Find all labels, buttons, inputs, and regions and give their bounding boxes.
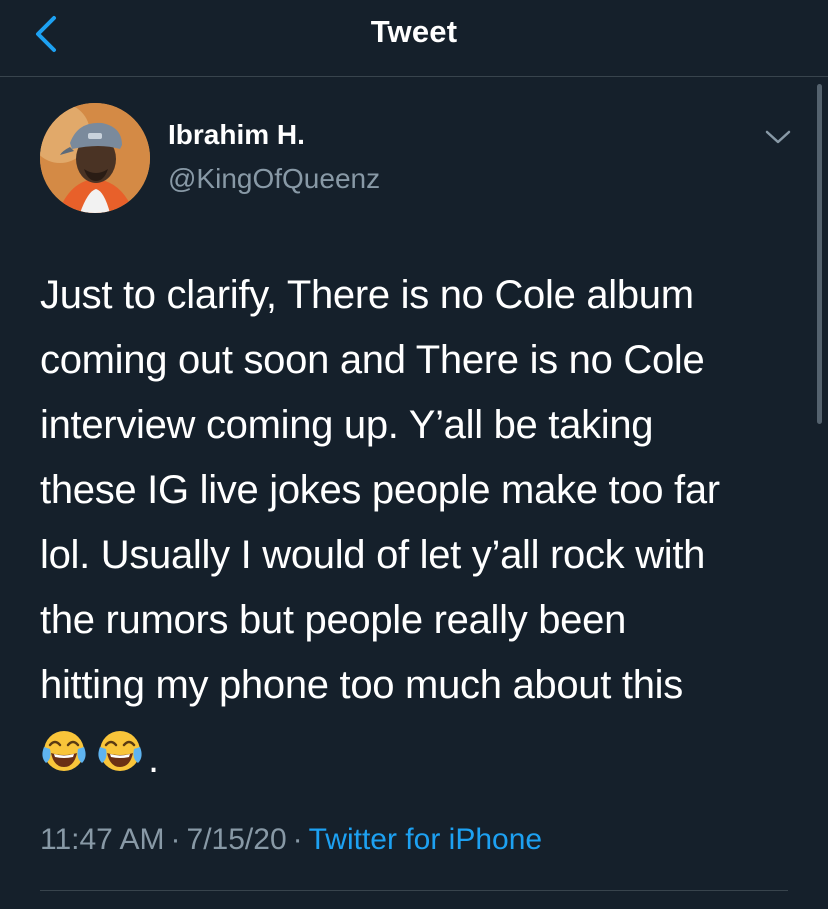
- navigation-bar: Tweet: [0, 0, 828, 77]
- tweet-trailing-text: .: [148, 737, 159, 781]
- avatar[interactable]: [40, 103, 150, 213]
- more-options-button[interactable]: [756, 119, 800, 155]
- chevron-down-icon: [765, 130, 791, 144]
- tweet-text-line: coming out soon and There is no Cole: [40, 338, 705, 382]
- tweet-text-line: interview coming up. Y’all be taking: [40, 403, 654, 447]
- tweet-text-line: the rumors but people really been: [40, 598, 627, 642]
- tweet-detail: Ibrahim H. @KingOfQueenz Just to clarify…: [0, 77, 828, 909]
- tweet-time: 11:47 AM: [40, 823, 165, 856]
- tweet-text-line: hitting my phone too much about this: [40, 663, 683, 707]
- tweet-date: 7/15/20: [186, 823, 287, 856]
- tweet-emoji-row: .: [40, 718, 800, 783]
- page-title: Tweet: [370, 14, 458, 49]
- tweet-text: Just to clarify, There is no Cole album …: [40, 263, 800, 783]
- tweet-text-line: Just to clarify, There is no Cole album: [40, 273, 694, 317]
- user-handle[interactable]: @KingOfQueenz: [168, 163, 380, 195]
- tweet-metadata: 11:47 AM · 7/15/20 · Twitter for iPhone: [40, 823, 542, 857]
- tweet-text-line: these IG live jokes people make too far: [40, 468, 720, 512]
- face-with-tears-of-joy-icon: [40, 727, 88, 775]
- divider: [40, 890, 788, 891]
- tweet-source-link[interactable]: Twitter for iPhone: [309, 823, 542, 856]
- face-with-tears-of-joy-icon: [96, 727, 144, 775]
- display-name[interactable]: Ibrahim H.: [168, 119, 305, 151]
- meta-separator: ·: [292, 823, 303, 856]
- tweet-text-line: lol. Usually I would of let y’all rock w…: [40, 533, 706, 577]
- avatar-image: [40, 103, 150, 213]
- meta-separator: ·: [170, 823, 181, 856]
